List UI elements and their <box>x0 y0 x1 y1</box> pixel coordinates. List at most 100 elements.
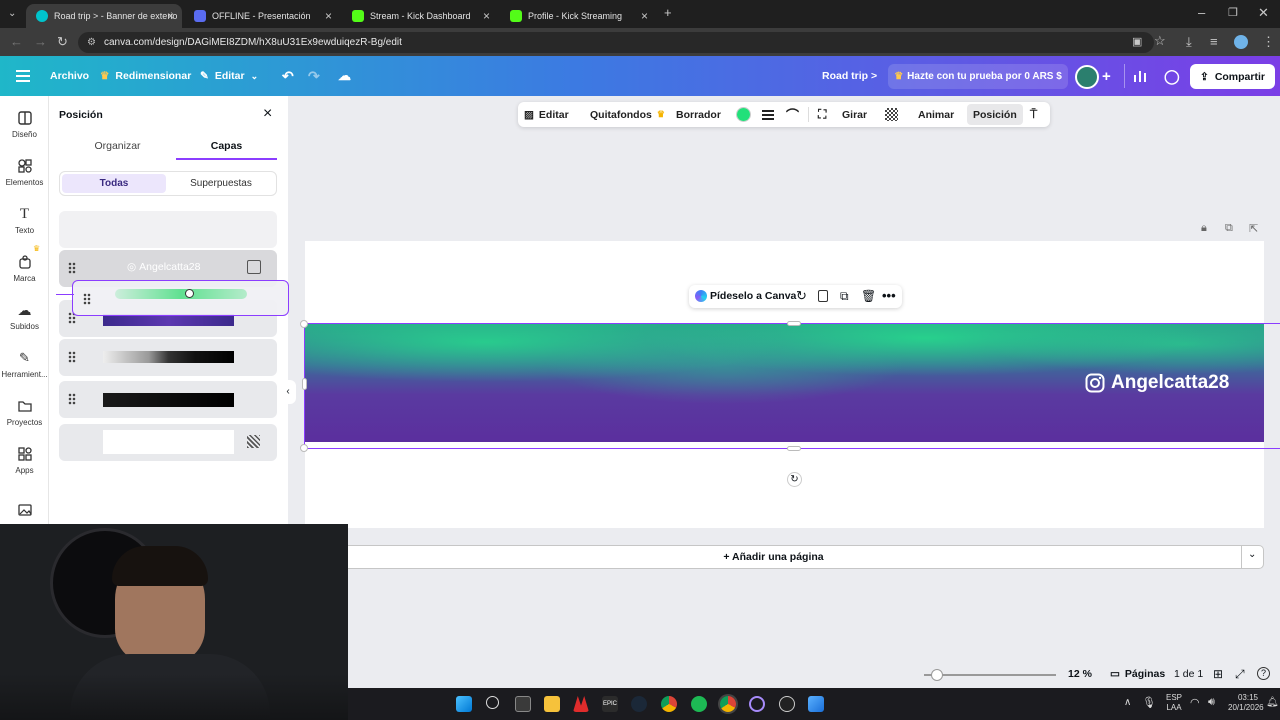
steam-icon[interactable] <box>631 696 647 712</box>
grid-view-icon[interactable]: ⊞ <box>1213 667 1223 681</box>
epic-games-icon[interactable]: EPIC <box>602 696 618 712</box>
rail-item-brand[interactable]: Marca ♛ <box>0 244 49 283</box>
duplicate-page-icon[interactable]: ⧉ <box>1225 222 1233 235</box>
rail-item-projects[interactable]: Proyectos <box>0 398 49 427</box>
layer-background[interactable] <box>59 424 277 461</box>
pages-button[interactable]: ▭ Páginas <box>1110 668 1165 680</box>
group-icon[interactable] <box>247 260 261 274</box>
tab-capas[interactable]: Capas <box>176 136 277 160</box>
layer-black[interactable] <box>59 381 277 418</box>
minimize-icon[interactable]: – <box>1198 6 1205 20</box>
chrome-active-icon[interactable] <box>720 696 736 712</box>
edit-image-button[interactable]: ▨ Editar <box>524 102 569 127</box>
close-tab-icon[interactable]: × <box>641 9 648 23</box>
notification-bell-icon[interactable]: 🔔︎ <box>1266 697 1279 708</box>
ask-canva-button[interactable]: Pídeselo a Canva <box>710 285 796 308</box>
share-button[interactable]: ⇪ Compartir <box>1190 64 1275 89</box>
forward-icon[interactable]: → <box>34 35 47 49</box>
trial-button[interactable]: ♛ Hazte con tu prueba por 0 ARS $ <box>888 64 1068 89</box>
spotify-icon[interactable] <box>691 696 707 712</box>
site-info-icon[interactable]: ⚙ <box>87 32 96 53</box>
rail-item-uploads[interactable]: ☁ Subidos <box>0 302 49 332</box>
url-field[interactable]: ⚙ canva.com/design/DAGiMEI8ZDM/hX8uU31Ex… <box>78 32 1154 53</box>
eraser-button[interactable]: Borrador <box>676 102 721 127</box>
crop-button[interactable]: ⛶ <box>818 102 826 127</box>
clock[interactable]: 03:15 20/1/2026 <box>1228 693 1264 713</box>
media-control-icon[interactable]: ≡ <box>1210 35 1218 49</box>
transparency-icon[interactable] <box>885 108 898 121</box>
rail-item-elements[interactable]: Elementos <box>0 158 49 187</box>
browser-tab-2[interactable]: OFFLINE - Presentación × <box>184 4 340 28</box>
redo-button[interactable]: ↷ <box>308 56 320 96</box>
drag-handle-icon[interactable] <box>68 393 76 405</box>
close-tab-icon[interactable]: × <box>167 9 174 23</box>
fullscreen-icon[interactable]: ⤢ <box>1235 667 1245 682</box>
rail-item-text[interactable]: T Texto <box>0 206 49 236</box>
copy-style-button[interactable]: ⍑ <box>1030 102 1037 127</box>
rail-item-photos[interactable] <box>0 502 49 522</box>
filter-superpuestas[interactable]: Superpuestas <box>168 174 274 193</box>
maximize-icon[interactable]: ❐ <box>1228 6 1238 20</box>
delete-icon[interactable]: 🗑︎ <box>861 289 876 303</box>
filter-todas[interactable]: Todas <box>62 174 166 193</box>
save-status-button[interactable]: ☁ <box>338 56 351 96</box>
collapse-panel-icon[interactable]: ‹ <box>280 380 296 404</box>
browser-tab-1[interactable]: Road trip > - Banner de exterio × <box>26 4 182 28</box>
banner-image[interactable]: Angelcatta28 <box>305 324 1264 442</box>
resize-handle-bottom[interactable] <box>787 446 801 451</box>
animate-button[interactable]: Animar <box>918 102 954 127</box>
back-icon[interactable]: ← <box>10 35 23 49</box>
dragged-layer[interactable] <box>72 280 289 316</box>
volume-icon[interactable]: 🔊︎ <box>1208 696 1215 709</box>
lock-icon[interactable] <box>818 290 828 302</box>
add-page-icon[interactable]: ⇱ <box>1249 222 1258 235</box>
tray-chevron-icon[interactable]: ∧ <box>1124 697 1131 708</box>
position-button[interactable]: Posición <box>967 104 1023 125</box>
flip-button[interactable]: Girar <box>842 102 867 127</box>
comment-add-icon[interactable]: ↻ <box>796 288 807 304</box>
border-style-button[interactable] <box>762 102 774 127</box>
store-icon[interactable] <box>515 696 531 712</box>
zoom-slider-thumb[interactable] <box>931 669 943 681</box>
tab-search-icon[interactable]: ⌄ <box>8 7 16 21</box>
tab-organizar[interactable]: Organizar <box>59 136 176 160</box>
undo-button[interactable]: ↶ <box>282 56 294 96</box>
zoom-level[interactable]: 12 % <box>1068 668 1092 680</box>
close-tab-icon[interactable]: × <box>483 9 490 23</box>
resize-handle-top[interactable] <box>787 321 801 326</box>
close-window-icon[interactable]: ✕ <box>1258 6 1269 20</box>
rotate-handle-icon[interactable]: ↻ <box>787 472 802 487</box>
lock-page-icon[interactable]: 🔒︎ <box>1201 222 1207 235</box>
microphone-icon[interactable]: 🎙︎ <box>1142 696 1156 709</box>
resize-button[interactable]: ♛ Redimensionar <box>100 56 191 96</box>
language-indicator[interactable]: ESP LAA <box>1166 693 1182 713</box>
close-panel-icon[interactable]: × <box>263 106 272 122</box>
zoom-slider[interactable] <box>924 669 1056 681</box>
profile-avatar[interactable] <box>1234 35 1248 49</box>
resize-handle-left[interactable] <box>302 378 307 390</box>
bg-remover-button[interactable]: Quitafondos ♛ <box>590 102 665 127</box>
search-icon[interactable] <box>486 696 499 709</box>
invite-button[interactable]: + <box>1102 56 1111 96</box>
browser-tab-3[interactable]: Stream - Kick Dashboard × <box>342 4 498 28</box>
install-icon[interactable]: ▣ <box>1132 35 1142 49</box>
edit-mode-button[interactable]: ✎ Editar ⌄ <box>200 56 258 96</box>
rail-item-apps[interactable]: Apps <box>0 446 49 475</box>
more-options-icon[interactable]: ••• <box>882 288 896 303</box>
background-lock-icon[interactable] <box>247 435 260 448</box>
chevron-down-icon[interactable]: ⌄ <box>1248 549 1256 560</box>
chrome-icon[interactable] <box>661 696 677 712</box>
main-menu-button[interactable] <box>16 56 30 96</box>
rail-item-tools[interactable]: ✎ Herramient... <box>0 350 49 379</box>
app-ring-icon[interactable] <box>749 696 765 712</box>
resize-handle-tl[interactable] <box>300 320 308 328</box>
app-blue-icon[interactable] <box>808 696 824 712</box>
wifi-icon[interactable]: ◠ <box>1190 696 1200 709</box>
help-icon[interactable]: ? <box>1257 667 1270 680</box>
comments-button[interactable]: ◯ <box>1164 56 1180 96</box>
add-page-button[interactable]: + Añadir una página ⌄ <box>305 545 1264 569</box>
layer-smoke[interactable] <box>59 339 277 376</box>
browser-menu-icon[interactable]: ⋮ <box>1262 35 1275 49</box>
bookmark-star-icon[interactable]: ☆ <box>1154 34 1166 48</box>
rail-item-design[interactable]: Diseño <box>0 110 49 139</box>
